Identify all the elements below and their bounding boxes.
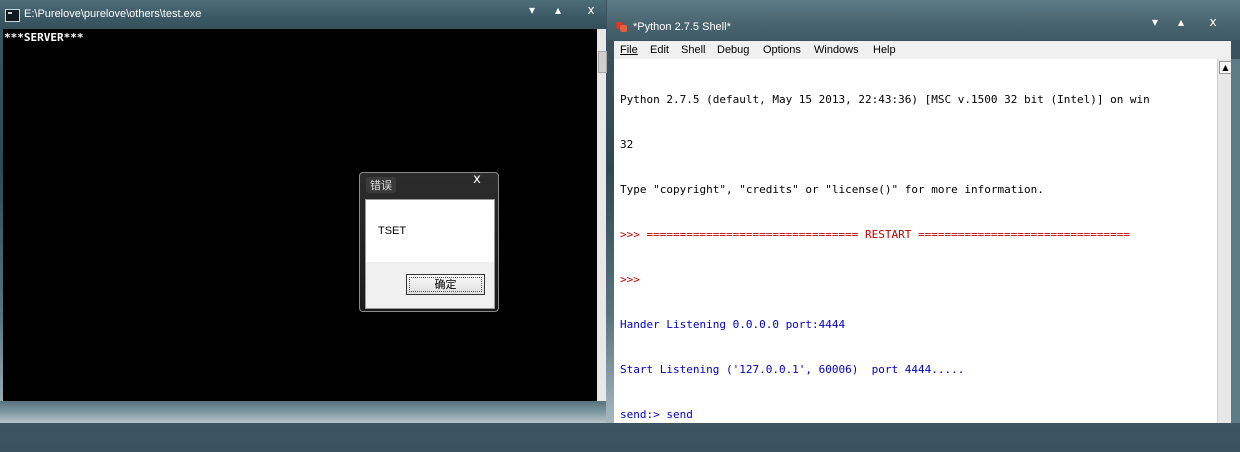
console-window: E:\Purelove\purelove\others\test.exe ▾ ▴… [0,0,607,423]
console-output-text: ***SERVER*** [4,31,84,44]
shell-line: Hander Listening 0.0.0.0 port:4444 [620,318,846,331]
shell-line: send:> send [620,408,693,421]
menu-help[interactable]: Help [873,44,896,56]
shell-output: Python 2.7.5 (default, May 15 2013, 22:4… [620,62,1150,452]
error-dialog: 错误 x TSET 确定 [359,172,499,312]
menu-options[interactable]: Options [763,44,801,56]
shell-minimize-button[interactable]: ▾ [1144,14,1166,30]
shell-maximize-button[interactable]: ▴ [1170,14,1192,30]
shell-line: 32 [620,138,634,151]
menu-shell[interactable]: Shell [681,44,705,56]
shell-line: Start Listening ('127.0.0.1', 60006) por… [620,363,965,376]
python-shell-window: *Python 2.7.5 Shell* ▾ ▴ x File Edit She… [607,0,1240,423]
dialog-close-button[interactable]: x [467,173,487,187]
dialog-message: TSET [378,225,407,237]
maximize-button[interactable]: ▴ [547,2,569,18]
dialog-title: 错误 [366,177,396,193]
shell-line: >>> ================================ RES… [620,228,1130,241]
console-titlebar[interactable]: E:\Purelove\purelove\others\test.exe ▾ ▴… [0,0,606,29]
python-app-icon[interactable] [616,22,628,33]
shell-line: Type "copyright", "credits" or "license(… [620,183,1044,196]
minimize-button[interactable]: ▾ [521,2,543,18]
console-scrollbar[interactable] [597,29,607,401]
menu-file[interactable]: File [620,44,638,56]
shell-title: *Python 2.7.5 Shell* [633,21,731,33]
desktop-background-strip [0,401,606,423]
shell-scrollbar[interactable]: ▲ [1217,59,1232,423]
close-button[interactable]: x [580,2,602,18]
console-title: E:\Purelove\purelove\others\test.exe [24,8,202,20]
shell-window-frame [1231,59,1240,423]
shell-line: >>> [620,273,647,286]
console-output-area[interactable] [3,29,597,401]
ok-button[interactable]: 确定 [406,274,485,295]
dialog-body: TSET 确定 [365,199,495,309]
shell-titlebar[interactable]: *Python 2.7.5 Shell* ▾ ▴ x [607,0,1240,40]
console-app-icon[interactable] [5,9,20,22]
shell-close-button[interactable]: x [1202,14,1224,30]
shell-line: Python 2.7.5 (default, May 15 2013, 22:4… [620,93,1150,106]
menu-edit[interactable]: Edit [650,44,669,56]
menu-bar: File Edit Shell Debug Options Windows He… [614,41,1231,59]
console-scroll-thumb[interactable] [598,51,607,73]
menu-debug[interactable]: Debug [717,44,749,56]
menu-windows[interactable]: Windows [814,44,859,56]
